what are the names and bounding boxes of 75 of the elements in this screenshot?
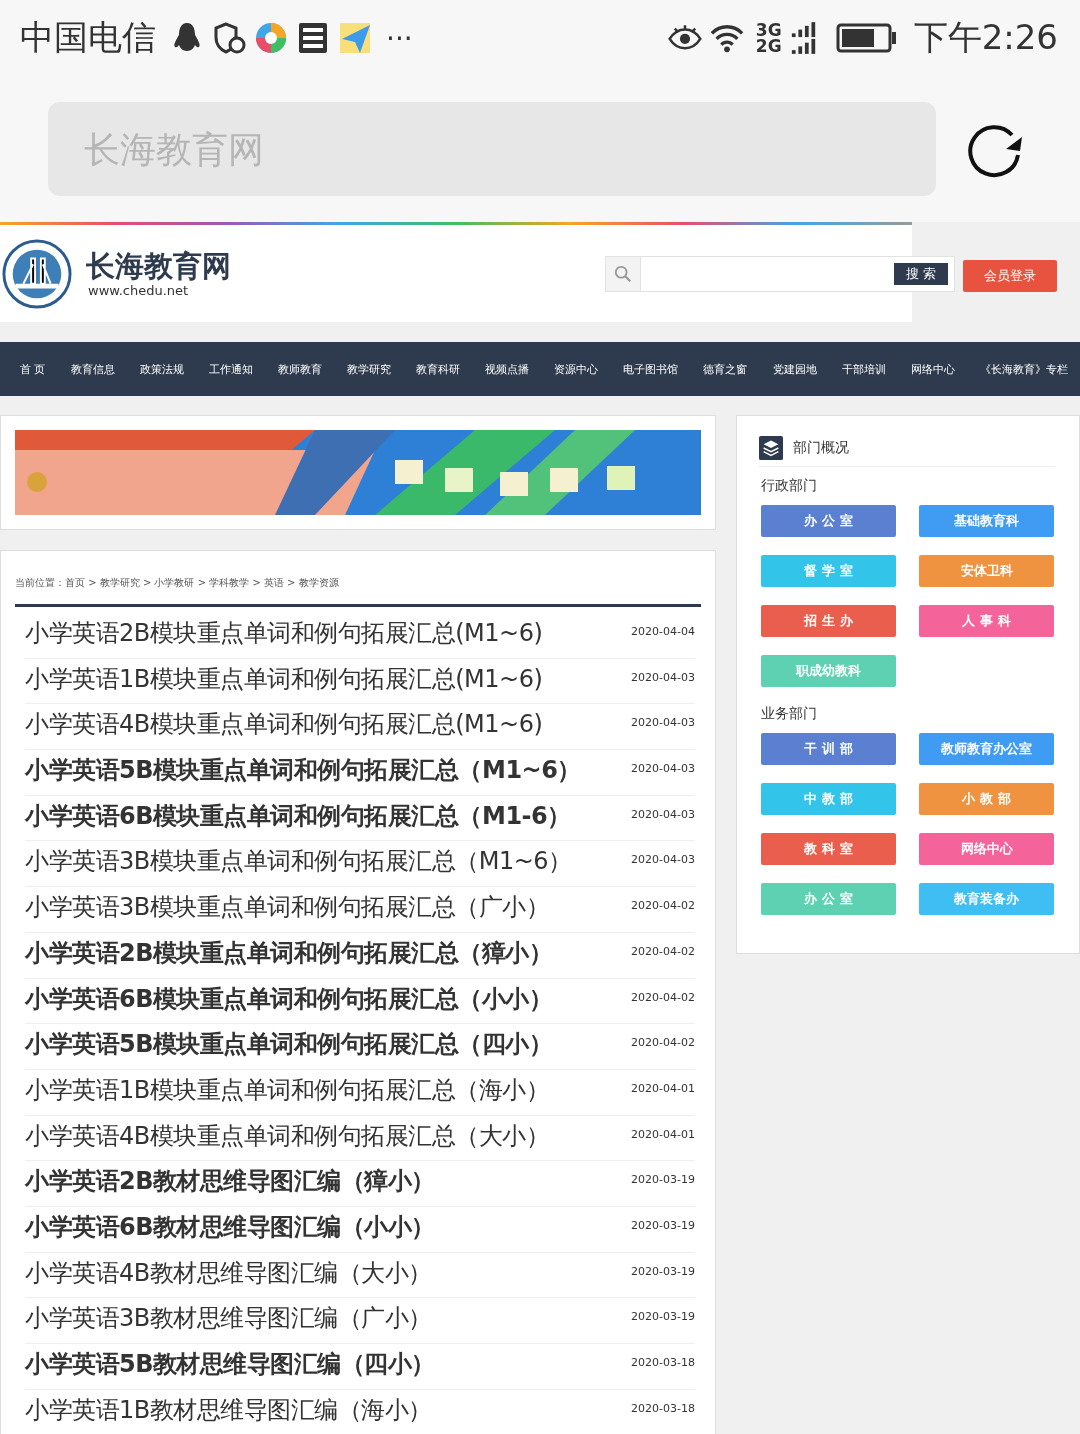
nav-link[interactable]: 视频点播 — [485, 361, 530, 377]
nav-link[interactable]: 《长海教育》专栏 — [979, 361, 1068, 377]
article-date: 2020-04-04 — [631, 624, 695, 638]
nav-link[interactable]: 资源中心 — [554, 361, 599, 377]
search-field[interactable]: 搜 索 — [605, 255, 955, 292]
article-link[interactable]: 小学英语5B模块重点单词和例句拓展汇总（M1~6） — [25, 750, 581, 791]
article-link[interactable]: 小学英语2B模块重点单词和例句拓展汇总（獐小） — [25, 932, 553, 973]
network-type-label: 3G — [755, 22, 782, 38]
more-notifications: ··· — [386, 21, 413, 55]
article-date: 2020-03-18 — [631, 1400, 695, 1415]
article-link[interactable]: 小学英语4B模块重点单词和例句拓展汇总(M1~6) — [25, 704, 543, 745]
notebook-icon — [296, 21, 330, 55]
article-date: 2020-03-19 — [631, 1309, 695, 1324]
nav-link[interactable]: 政策法规 — [139, 361, 184, 377]
carrier-name: 中国电信 — [20, 16, 156, 59]
article-date: 2020-03-18 — [631, 1355, 695, 1369]
nav-link[interactable]: 教师教育 — [277, 361, 322, 377]
site-url: www.chedu.net — [88, 283, 190, 298]
article-link[interactable]: 小学英语5B模块重点单词和例句拓展汇总（四小） — [25, 1024, 553, 1065]
article-date: 2020-03-19 — [631, 1263, 695, 1278]
nav-link[interactable]: 教学研究 — [346, 361, 391, 377]
article-date: 2020-03-19 — [631, 1172, 695, 1187]
department-button[interactable]: 办 公 室 — [761, 505, 896, 537]
article-date: 2020-04-03 — [631, 761, 695, 776]
nav-link[interactable]: 首 页 — [20, 361, 46, 377]
shield-icon — [212, 21, 246, 55]
nav-link[interactable]: 电子图书馆 — [623, 361, 679, 377]
search-icon — [614, 264, 632, 283]
article-date: 2020-03-19 — [631, 1217, 695, 1232]
article-date: 2020-04-01 — [631, 1126, 695, 1141]
battery-icon — [835, 23, 898, 53]
section-label: 业务部门 — [761, 705, 818, 723]
article-link[interactable]: 小学英语3B模块重点单词和例句拓展汇总（广小） — [25, 887, 550, 928]
clock-time: 下午2:26 — [913, 16, 1058, 59]
article-link[interactable]: 小学英语5B教材思维导图汇编（四小） — [25, 1344, 435, 1384]
article-date: 2020-04-03 — [631, 806, 695, 821]
article-link[interactable]: 小学英语3B教材思维导图汇编（广小） — [25, 1298, 432, 1339]
article-date: 2020-04-02 — [631, 1035, 695, 1050]
article-date: 2020-04-02 — [631, 989, 695, 1004]
article-link[interactable]: 小学英语6B模块重点单词和例句拓展汇总（小小） — [25, 978, 553, 1019]
article-link[interactable]: 小学英语6B教材思维导图汇编（小小） — [25, 1206, 435, 1247]
nav-link[interactable]: 德育之窗 — [703, 361, 748, 377]
nav-link[interactable]: 教育信息 — [70, 361, 115, 377]
panel-title: 部门概况 — [793, 439, 849, 457]
nav-link[interactable]: 党建园地 — [772, 361, 817, 377]
article-link[interactable]: 小学英语4B模块重点单词和例句拓展汇总（大小） — [25, 1115, 550, 1156]
login-button[interactable]: 会员登录 — [963, 260, 1057, 292]
article-date: 2020-04-01 — [631, 1080, 695, 1095]
article-date: 2020-04-03 — [631, 715, 695, 730]
paper-plane-icon — [338, 21, 372, 55]
site-title: 长海教育网 — [86, 249, 231, 283]
article-date: 2020-04-03 — [631, 669, 695, 684]
article-link[interactable]: 小学英语1B模块重点单词和例句拓展汇总（海小） — [25, 1069, 550, 1110]
article-link[interactable]: 小学英语4B教材思维导图汇编（大小） — [25, 1252, 432, 1293]
layers-icon — [759, 436, 783, 460]
article-link[interactable]: 小学英语3B模块重点单词和例句拓展汇总（M1~6） — [25, 841, 572, 882]
network-type-label: 2G — [755, 38, 782, 54]
nav-link[interactable]: 工作通知 — [208, 361, 253, 377]
colorful-circle-icon — [254, 21, 288, 55]
article-date: 2020-04-02 — [631, 898, 695, 913]
signal-icon — [789, 21, 818, 55]
article-link[interactable]: 小学英语1B教材思维导图汇编（海小） — [25, 1389, 432, 1430]
article-link[interactable]: 小学英语2B教材思维导图汇编（獐小） — [25, 1161, 435, 1202]
nav-link[interactable]: 教育科研 — [416, 361, 461, 377]
article-date: 2020-04-03 — [631, 852, 695, 867]
search-button[interactable]: 搜 索 — [893, 262, 948, 285]
article-link[interactable]: 小学英语2B模块重点单词和例句拓展汇总(M1~6) — [25, 613, 543, 653]
nav-link[interactable]: 网络中心 — [910, 361, 955, 377]
article-link[interactable]: 小学英语1B模块重点单词和例句拓展汇总(M1~6) — [25, 658, 543, 699]
article-link[interactable]: 小学英语6B模块重点单词和例句拓展汇总（M1-6） — [25, 795, 571, 836]
article-date: 2020-04-02 — [631, 943, 695, 958]
breadcrumb: 当前位置：首页 > 教学研究 > 小学教研 > 学科教学 > 英语 > 教学资源 — [15, 576, 340, 590]
section-label: 行政部门 — [761, 477, 818, 495]
nav-link[interactable]: 干部培训 — [841, 361, 886, 377]
department-button[interactable]: 干 训 部 — [761, 733, 896, 765]
